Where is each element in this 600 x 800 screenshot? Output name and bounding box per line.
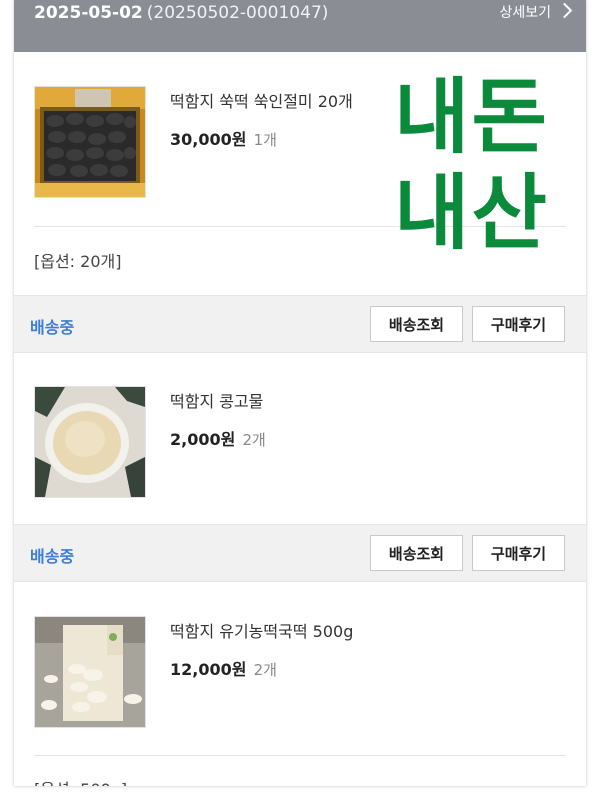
chevron-right-icon — [556, 2, 573, 19]
price-line: 2,000원 2개 — [170, 426, 266, 450]
product-quantity: 1개 — [253, 131, 277, 149]
product-quantity: 2개 — [253, 661, 277, 679]
write-review-button[interactable]: 구매후기 — [472, 535, 565, 571]
status-bar: 배송중 배송조회 구매후기 — [14, 295, 586, 353]
order-card: 2025-05-02 (20250502-0001047) 상세보기 떡함지 쑥떡… — [14, 0, 586, 786]
write-review-button[interactable]: 구매후기 — [472, 306, 565, 342]
product-option: [옵션: 500g] — [34, 776, 127, 786]
product-name[interactable]: 떡함지 콩고물 — [170, 388, 263, 412]
product-price: 12,000원 — [170, 660, 247, 679]
track-delivery-button[interactable]: 배송조회 — [370, 535, 463, 571]
product-name[interactable]: 떡함지 유기농떡국떡 500g — [170, 618, 353, 642]
product-option: [옵션: 20개] — [34, 252, 122, 271]
divider — [34, 755, 566, 756]
product-image-rice-cake-slices[interactable] — [34, 616, 146, 728]
product-name[interactable]: 떡함지 쑥떡 쑥인절미 20개 — [170, 88, 353, 112]
overlay-line: 내돈 — [394, 70, 549, 165]
overlay-line: 내산 — [394, 166, 549, 261]
detail-label[interactable]: 상세보기 — [499, 5, 551, 21]
delivery-status: 배송중 — [30, 547, 75, 566]
order-date-line: 2025-05-02 (20250502-0001047) — [34, 3, 328, 23]
order-number: (20250502-0001047) — [146, 3, 329, 23]
order-date: 2025-05-02 — [34, 3, 143, 23]
product-image-rice-cake-gift-box[interactable] — [34, 86, 146, 198]
product-image-soybean-powder[interactable] — [34, 386, 146, 498]
product-price: 2,000원 — [170, 430, 236, 449]
delivery-status: 배송중 — [30, 318, 75, 337]
price-line: 30,000원 1개 — [170, 126, 277, 150]
order-detail-link[interactable]: 상세보기 — [499, 2, 573, 22]
order-header: 2025-05-02 (20250502-0001047) 상세보기 — [14, 0, 586, 52]
overlay-stamp-text: 내돈 내산 — [394, 70, 584, 262]
track-delivery-button[interactable]: 배송조회 — [370, 306, 463, 342]
price-line: 12,000원 2개 — [170, 656, 277, 680]
status-bar: 배송중 배송조회 구매후기 — [14, 524, 586, 582]
product-quantity: 2개 — [242, 431, 266, 449]
product-price: 30,000원 — [170, 130, 247, 149]
